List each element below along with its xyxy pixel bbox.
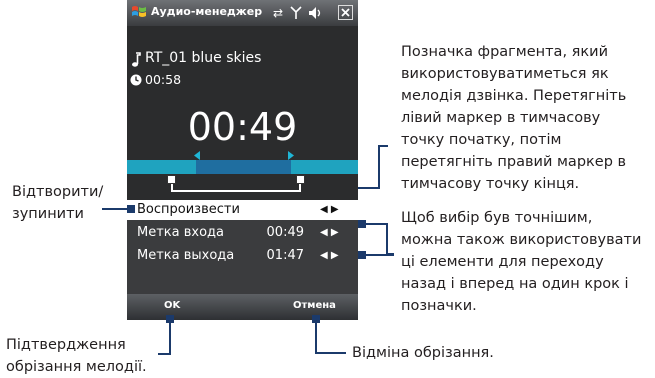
callout-line: Відтворити/ — [12, 184, 104, 200]
cancel-callout: Відміна обрізання. — [352, 342, 494, 364]
callout-line: Щоб вибір був точнішим, — [401, 210, 593, 226]
callout-line: назад і вперед на один крок і — [401, 276, 629, 292]
confirm-callout: Підтвердження обрізання мелодії. — [6, 334, 147, 378]
callout-line: Позначка фрагмента, який — [401, 44, 608, 60]
callout-line: позначки. — [401, 298, 477, 314]
callout-line: можна також використовувати — [401, 232, 642, 248]
marker-callout: Позначка фрагмента, який використовувати… — [401, 41, 626, 195]
callout-line: точку початку, потім — [401, 132, 562, 148]
precision-callout: Щоб вибір був точнішим, можна також вико… — [401, 207, 641, 317]
callout-line: ці елементи для переходу — [401, 254, 604, 270]
callout-line: Відміна обрізання. — [352, 345, 494, 361]
callout-line: мелодія дзвінка. Перетягніть — [401, 88, 627, 104]
callout-line: Підтвердження — [6, 337, 126, 353]
play-stop-callout: Відтворити/ зупинити — [12, 181, 103, 225]
callout-line: тимчасову точку кінця. — [401, 176, 580, 192]
callout-line: зупинити — [12, 206, 84, 222]
callout-line: використовуватиметься як — [401, 66, 609, 82]
callout-line: перетягніть правий маркер в — [401, 154, 627, 170]
callout-line: обрізання мелодії. — [6, 359, 147, 375]
callout-line: лівий маркер в тимчасову — [401, 110, 601, 126]
